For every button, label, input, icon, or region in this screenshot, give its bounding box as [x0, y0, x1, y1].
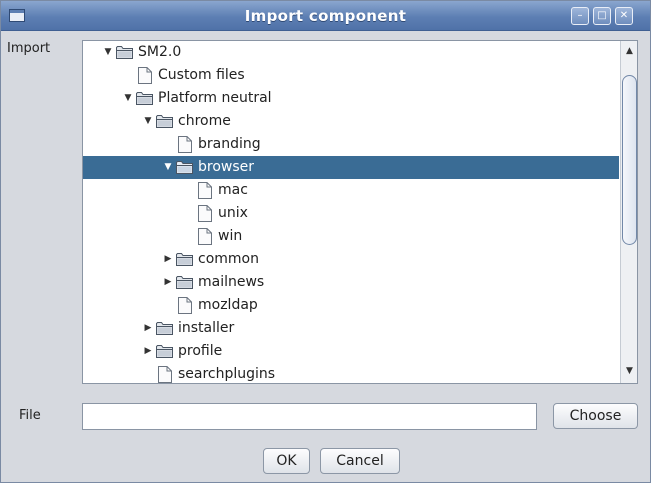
tree-node-label: chrome: [178, 113, 231, 129]
minimize-button[interactable]: –: [571, 7, 589, 25]
file-path-input[interactable]: [82, 403, 537, 430]
folder-icon: [156, 321, 173, 335]
file-label: File: [19, 408, 41, 423]
tree-node-label: installer: [178, 320, 235, 336]
window-title: Import component: [244, 7, 407, 25]
tree-node-label: unix: [218, 205, 248, 221]
folder-icon: [176, 275, 193, 289]
tree-node-label: branding: [198, 136, 261, 152]
file-icon: [178, 136, 192, 153]
cancel-button[interactable]: Cancel: [320, 448, 400, 474]
close-button[interactable]: ✕: [615, 7, 633, 25]
tree-node-label: mailnews: [198, 274, 265, 290]
tree-node[interactable]: branding: [83, 133, 619, 156]
tree-node-label: mac: [218, 182, 248, 198]
tree-node[interactable]: ▶ profile: [83, 340, 619, 363]
import-component-dialog: Import component – □ ✕ Import ▼ SM2.0 Cust…: [0, 0, 651, 483]
ok-button[interactable]: OK: [263, 448, 310, 474]
folder-icon: [156, 344, 173, 358]
file-icon: [138, 67, 152, 84]
folder-icon: [116, 45, 133, 59]
component-tree[interactable]: ▼ SM2.0 Custom files ▼ Platform neutral ▼ chro…: [82, 40, 638, 384]
tree-node-label: mozldap: [198, 297, 258, 313]
folder-icon: [156, 114, 173, 128]
import-label: Import: [7, 41, 51, 56]
collapsed-toggle-icon[interactable]: ▶: [143, 321, 153, 335]
tree-node-label: searchplugins: [178, 366, 276, 382]
tree-node-label: SM2.0: [138, 44, 182, 60]
file-icon: [198, 228, 212, 245]
maximize-button[interactable]: □: [593, 7, 611, 25]
folder-icon: [176, 160, 193, 174]
file-icon: [158, 366, 172, 383]
tree-node[interactable]: win: [83, 225, 619, 248]
expanded-toggle-icon[interactable]: ▼: [163, 160, 173, 174]
folder-icon: [176, 252, 193, 266]
expanded-toggle-icon[interactable]: ▼: [143, 114, 153, 128]
title-bar[interactable]: Import component – □ ✕: [1, 1, 650, 31]
tree-node[interactable]: mac: [83, 179, 619, 202]
tree-node[interactable]: Custom files: [83, 64, 619, 87]
tree-node[interactable]: ▶ mailnews: [83, 271, 619, 294]
tree-node[interactable]: ▼ chrome: [83, 110, 619, 133]
tree-node-label: Custom files: [158, 67, 245, 83]
tree-node[interactable]: ▶ common: [83, 248, 619, 271]
file-icon: [198, 182, 212, 199]
collapsed-toggle-icon[interactable]: ▶: [163, 275, 173, 289]
vertical-scrollbar[interactable]: ▲ ▼: [620, 41, 637, 383]
collapsed-toggle-icon[interactable]: ▶: [163, 252, 173, 266]
tree-node[interactable]: unix: [83, 202, 619, 225]
tree-node[interactable]: ▼ SM2.0: [83, 41, 619, 64]
tree-node[interactable]: mozldap: [83, 294, 619, 317]
scroll-down-icon[interactable]: ▼: [622, 363, 637, 379]
choose-button[interactable]: Choose: [553, 403, 638, 429]
file-icon: [178, 297, 192, 314]
tree-node[interactable]: searchplugins: [83, 363, 619, 383]
collapsed-toggle-icon[interactable]: ▶: [143, 344, 153, 358]
tree-node-label: browser: [198, 159, 255, 175]
tree-node-label: Platform neutral: [158, 90, 272, 106]
tree-node-label: win: [218, 228, 243, 244]
scrollbar-thumb[interactable]: [622, 75, 637, 245]
expanded-toggle-icon[interactable]: ▼: [123, 91, 133, 105]
file-icon: [198, 205, 212, 222]
tree-node[interactable]: ▶ installer: [83, 317, 619, 340]
expanded-toggle-icon[interactable]: ▼: [103, 45, 113, 59]
tree-node[interactable]: ▼ browser: [83, 156, 619, 179]
folder-icon: [136, 91, 153, 105]
scroll-up-icon[interactable]: ▲: [622, 43, 637, 59]
tree-node-label: common: [198, 251, 259, 267]
tree-node-label: profile: [178, 343, 223, 359]
tree-node[interactable]: ▼ Platform neutral: [83, 87, 619, 110]
